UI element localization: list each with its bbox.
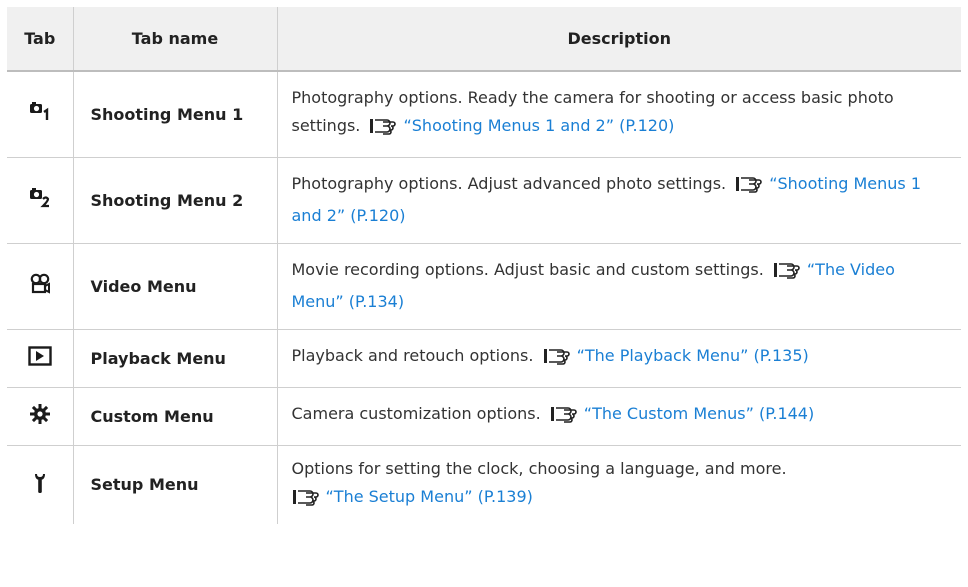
tab-icon-cell [7, 157, 74, 243]
description-text: Options for setting the clock, choosing … [291, 458, 787, 478]
tab-description: Options for setting the clock, choosing … [277, 445, 961, 524]
tab-description: Camera customization options. “The Custo… [277, 387, 961, 445]
table-row: Setup Menu Options for setting the clock… [7, 445, 961, 524]
page-link[interactable]: “The Playback Menu” (P.135) [577, 346, 809, 365]
tab-icon-cell [7, 445, 74, 524]
gear-icon [29, 403, 51, 429]
description-text: Movie recording options. Adjust basic an… [291, 260, 764, 279]
description-text: Camera customization options. [291, 404, 541, 423]
page-reference-icon [735, 174, 763, 202]
tab-icon-cell [7, 329, 74, 387]
table-row: Video Menu Movie recording options. Adju… [7, 243, 961, 329]
tab-name: Custom Menu [73, 387, 278, 445]
tab-name: Shooting Menu 1 [73, 71, 278, 157]
header-tab-name: Tab name [73, 7, 278, 72]
table-row: Shooting Menu 2 Photography options. Adj… [7, 157, 961, 243]
tab-name: Setup Menu [73, 445, 278, 524]
table-row: Custom Menu Camera customization options… [7, 387, 961, 445]
tab-icon-cell [7, 387, 74, 445]
menu-tabs-table-container: Tab Tab name Description Shooting Menu 1… [7, 7, 961, 524]
page-link[interactable]: “Shooting Menus 1 and 2” (P.120) [403, 116, 674, 135]
tab-name: Playback Menu [73, 329, 278, 387]
tab-name: Shooting Menu 2 [73, 157, 278, 243]
camera-2-icon [29, 186, 51, 214]
description-text: Playback and retouch options. [291, 346, 534, 365]
tab-name: Video Menu [73, 243, 278, 329]
tab-description: Playback and retouch options. “The Playb… [277, 329, 961, 387]
tab-description: Photography options. Ready the camera fo… [277, 71, 961, 157]
tab-icon-cell [7, 71, 74, 157]
page-link[interactable]: “The Setup Menu” (P.139) [326, 487, 533, 506]
tab-description: Movie recording options. Adjust basic an… [277, 243, 961, 329]
page-reference-icon [543, 346, 571, 374]
page-reference-icon [550, 404, 578, 432]
page-reference-icon [773, 260, 801, 288]
table-row: Shooting Menu 1 Photography options. Rea… [7, 71, 961, 157]
header-description: Description [277, 7, 961, 72]
playback-icon [28, 346, 52, 370]
header-tab: Tab [7, 7, 74, 72]
wrench-icon [32, 471, 48, 499]
tab-icon-cell [7, 243, 74, 329]
video-camera-icon [28, 272, 52, 300]
tab-description: Photography options. Adjust advanced pho… [277, 157, 961, 243]
camera-1-icon [29, 100, 51, 128]
page-reference-icon [369, 116, 397, 144]
description-text: Photography options. Adjust advanced pho… [291, 174, 727, 193]
menu-tabs-table: Tab Tab name Description Shooting Menu 1… [7, 7, 961, 524]
page-link[interactable]: “The Custom Menus” (P.144) [584, 404, 814, 423]
table-header-row: Tab Tab name Description [7, 7, 961, 72]
page-reference-icon [292, 487, 320, 515]
table-row: Playback Menu Playback and retouch optio… [7, 329, 961, 387]
